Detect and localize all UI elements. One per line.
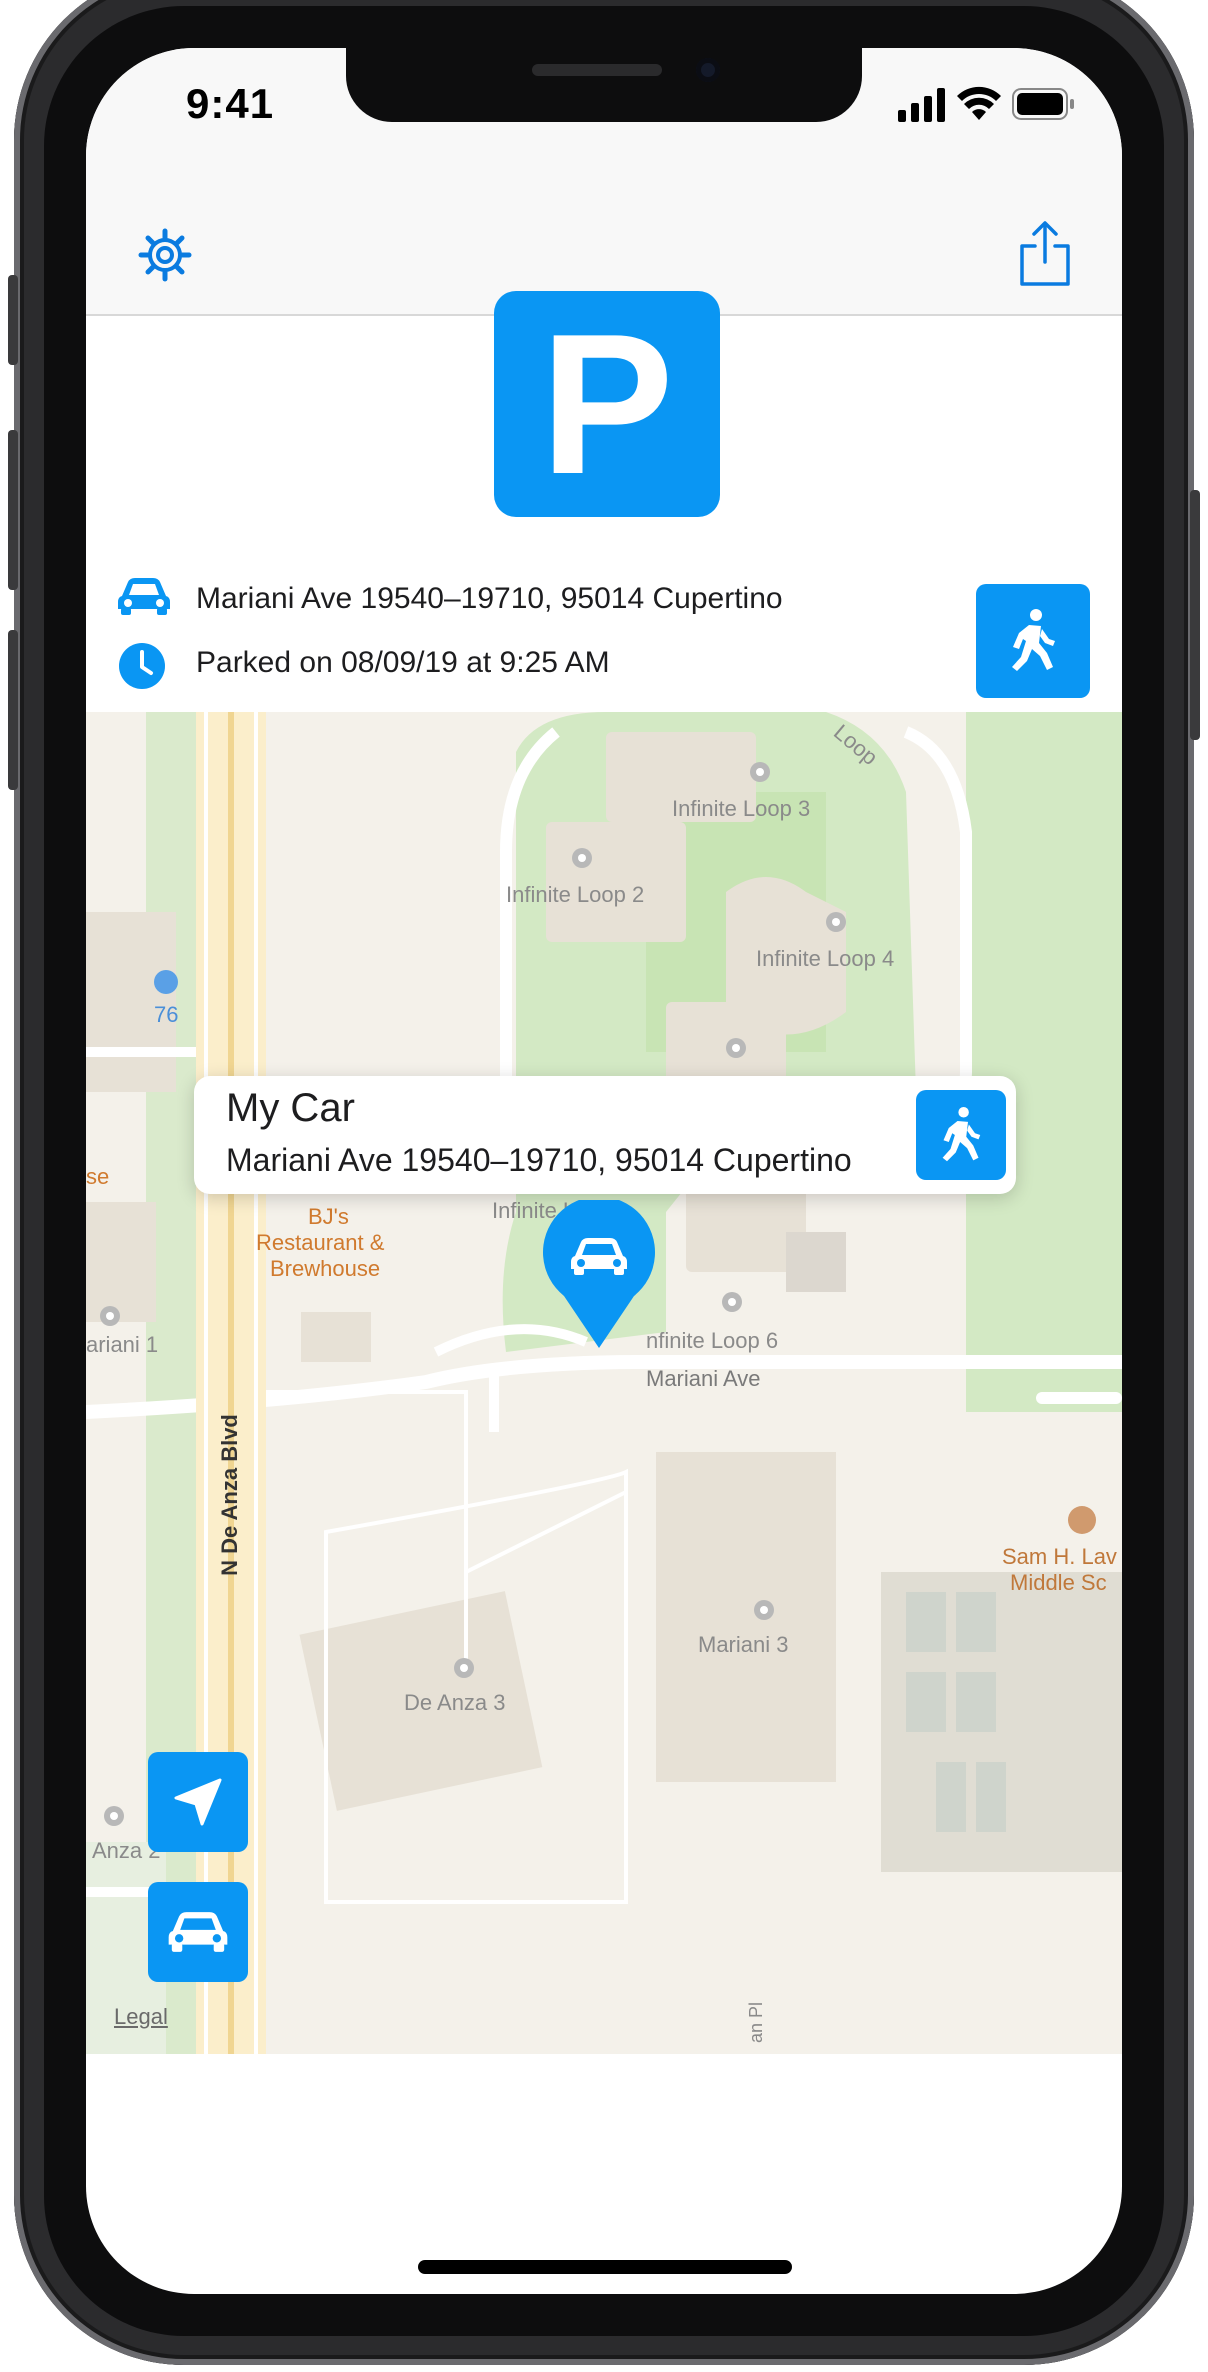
map-label-infinite-loop-3: Infinite Loop 3: [672, 796, 811, 821]
map-label-mariani-1: ariani 1: [86, 1332, 159, 1357]
map-canvas: [86, 712, 1122, 2054]
parked-address: Mariani Ave 19540–19710, 95014 Cupertino: [196, 582, 783, 615]
home-indicator[interactable]: [418, 2260, 792, 2274]
legal-link[interactable]: Legal: [114, 2004, 168, 2030]
map-label-infinite-loop-2: Infinite Loop 2: [506, 882, 645, 907]
map-label-mariani-ave: Mariani Ave: [646, 1366, 761, 1391]
parked-time: Parked on 08/09/19 at 9:25 AM: [196, 646, 610, 679]
car-callout[interactable]: My Car Mariani Ave 19540–19710, 95014 Cu…: [194, 1076, 1016, 1194]
volume-up-button: [8, 430, 18, 590]
map-label-n-de-anza-blvd: N De Anza Blvd: [217, 1414, 242, 1576]
parking-sign: P: [494, 291, 720, 517]
map-label-gas-76: 76: [154, 1002, 179, 1027]
map-label-an-pl: an Pl: [746, 2001, 767, 2044]
screen: 9:41 P Mariani Ave 19540–19710, 95014 Cu…: [86, 48, 1122, 2294]
clock-icon: [119, 643, 165, 689]
map-label-bjs-line1: BJ's: [308, 1204, 349, 1229]
car-icon: [168, 1912, 228, 1952]
map-label-se: se: [86, 1164, 110, 1189]
map-label-sam-line2: Middle Sc: [1010, 1570, 1107, 1595]
callout-walk-button[interactable]: [916, 1090, 1006, 1180]
mute-switch: [8, 275, 18, 365]
map-label-sam-line1: Sam H. Lav: [1002, 1544, 1117, 1569]
callout-title: My Car: [226, 1086, 355, 1130]
battery-icon: [1012, 88, 1074, 120]
car-pin-icon[interactable]: [542, 1200, 656, 1350]
walk-directions-button[interactable]: [976, 584, 1090, 698]
map-view[interactable]: Loop Infinite Loop 3 Infinite Loop 2 Inf…: [86, 712, 1122, 2054]
walking-person-icon: [942, 1107, 981, 1162]
map-label-infinite-loop-6: nfinite Loop 6: [646, 1328, 779, 1353]
current-location-button[interactable]: [148, 1752, 248, 1852]
front-camera: [696, 58, 720, 82]
speaker-grille: [532, 64, 662, 76]
power-button: [1190, 490, 1200, 740]
location-arrow-icon: [174, 1778, 222, 1826]
car-icon: [118, 578, 170, 615]
walking-person-icon: [1012, 609, 1055, 671]
callout-address: Mariani Ave 19540–19710, 95014 Cupertino: [226, 1142, 852, 1178]
status-time: 9:41: [186, 80, 275, 127]
show-car-button[interactable]: [148, 1882, 248, 1982]
notch: [346, 48, 862, 122]
map-label-bjs-line3: Brewhouse: [270, 1256, 381, 1281]
map-label-infinite-loop-4: Infinite Loop 4: [756, 946, 895, 971]
map-label-de-anza-3: De Anza 3: [404, 1690, 506, 1715]
map-label-mariani-3: Mariani 3: [698, 1632, 789, 1657]
share-icon[interactable]: [1018, 220, 1072, 288]
volume-down-button: [8, 630, 18, 790]
cellular-signal-icon: [898, 88, 945, 122]
gear-icon[interactable]: [138, 228, 192, 282]
map-label-bjs-line2: Restaurant &: [256, 1230, 385, 1255]
wifi-icon: [957, 86, 1001, 120]
